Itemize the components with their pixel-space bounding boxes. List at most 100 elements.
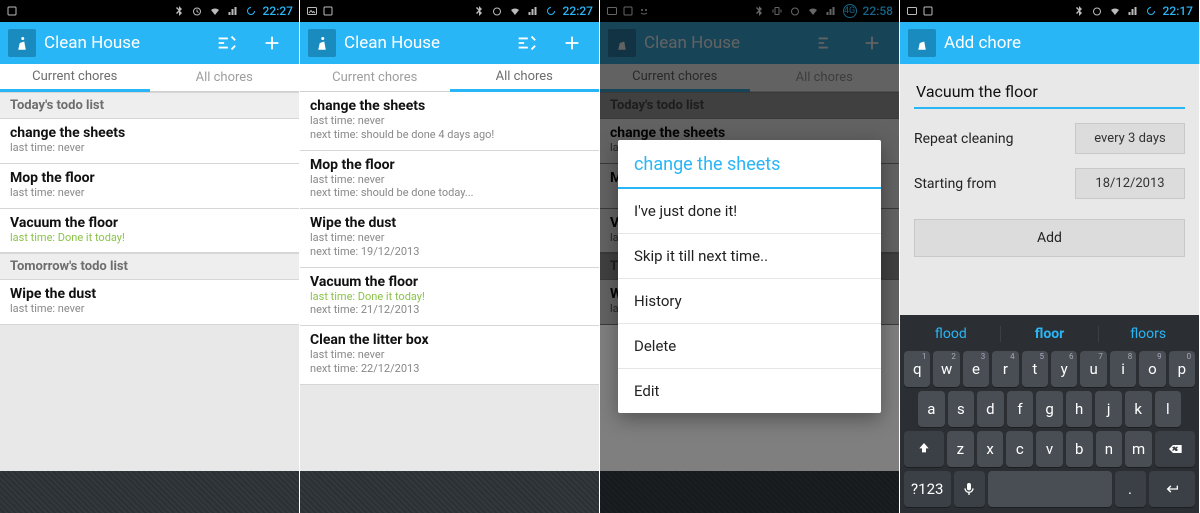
add-button[interactable]	[253, 22, 291, 64]
key-r[interactable]: r4	[992, 351, 1018, 387]
key-s[interactable]: s	[948, 391, 975, 427]
wifi-icon	[509, 5, 521, 17]
dialog-option-delete[interactable]: Delete	[618, 324, 881, 369]
list-item[interactable]: change the sheets last time: never	[0, 119, 299, 164]
repeat-picker[interactable]: every 3 days	[1075, 123, 1185, 154]
suggestion-bar: flood floor floors	[902, 319, 1197, 349]
list-item[interactable]: Mop the floor last time: never	[0, 164, 299, 209]
status-bar: 22:27	[0, 0, 299, 22]
key-p[interactable]: p0	[1169, 351, 1195, 387]
wifi-icon	[1109, 5, 1121, 17]
app-icon	[908, 29, 936, 57]
key-e[interactable]: e3	[963, 351, 989, 387]
screenshot-icon	[322, 5, 334, 17]
key-j[interactable]: j	[1095, 391, 1122, 427]
list-item[interactable]: Wipe the dust last time: never	[0, 280, 299, 325]
section-header: Tomorrow's todo list	[0, 253, 299, 280]
submit-button[interactable]: Add	[914, 219, 1185, 257]
list-item[interactable]: Clean the litter box last time: never ne…	[300, 326, 599, 385]
list-item[interactable]: change the sheets last time: never next …	[300, 92, 599, 151]
sync-icon	[1145, 5, 1157, 17]
key-g[interactable]: g	[1036, 391, 1063, 427]
tab-all[interactable]: All chores	[150, 65, 300, 90]
suggestion[interactable]: floor	[1001, 326, 1100, 342]
alarm-icon	[491, 5, 503, 17]
key-z[interactable]: z	[947, 431, 974, 467]
suggestion[interactable]: flood	[902, 326, 1001, 342]
list-item[interactable]: Vacuum the floor last time: Done it toda…	[300, 268, 599, 327]
dialog-option-done[interactable]: I've just done it!	[618, 189, 881, 234]
key-i[interactable]: i8	[1110, 351, 1136, 387]
suggestion[interactable]: floors	[1099, 326, 1197, 342]
key-symbols[interactable]: ?123	[904, 471, 951, 507]
repeat-label: Repeat cleaning	[914, 131, 1065, 147]
chore-name-input[interactable]	[914, 78, 1185, 109]
key-y[interactable]: y6	[1051, 351, 1077, 387]
key-b[interactable]: b	[1066, 431, 1093, 467]
list-item[interactable]: Vacuum the floor last time: Done it toda…	[0, 209, 299, 254]
dialog-title: change the sheets	[618, 140, 881, 189]
chore-list: change the sheets last time: never next …	[300, 92, 599, 385]
key-t[interactable]: t5	[1022, 351, 1048, 387]
context-dialog: change the sheets I've just done it! Ski…	[618, 140, 881, 413]
screenshot-icon	[6, 5, 18, 17]
page-title: Add chore	[944, 33, 1191, 53]
key-space[interactable]	[988, 471, 1112, 507]
signal-icon	[1127, 5, 1139, 17]
tab-current[interactable]: Current chores	[300, 65, 450, 90]
key-c[interactable]: c	[1006, 431, 1033, 467]
bluetooth-icon	[473, 5, 485, 17]
key-shift[interactable]	[904, 431, 944, 467]
key-f[interactable]: f	[1007, 391, 1034, 427]
alarm-icon	[191, 5, 203, 17]
key-n[interactable]: n	[1096, 431, 1123, 467]
key-backspace[interactable]	[1155, 431, 1195, 467]
key-enter[interactable]	[1149, 471, 1196, 507]
key-h[interactable]: h	[1066, 391, 1093, 427]
tabs: Current chores All chores	[300, 64, 599, 92]
sync-icon	[545, 5, 557, 17]
key-x[interactable]: x	[977, 431, 1004, 467]
nav-bar	[0, 471, 299, 513]
app-icon	[308, 29, 336, 57]
key-m[interactable]: m	[1125, 431, 1152, 467]
screenshot-icon	[922, 5, 934, 17]
key-v[interactable]: v	[1036, 431, 1063, 467]
settings-button[interactable]	[507, 22, 545, 64]
key-u[interactable]: u7	[1080, 351, 1106, 387]
key-o[interactable]: o9	[1139, 351, 1165, 387]
date-picker[interactable]: 18/12/2013	[1075, 168, 1185, 199]
key-k[interactable]: k	[1125, 391, 1152, 427]
dialog-option-history[interactable]: History	[618, 279, 881, 324]
list-item[interactable]: Wipe the dust last time: never next time…	[300, 209, 599, 268]
key-mic[interactable]	[954, 471, 985, 507]
key-a[interactable]: a	[918, 391, 945, 427]
tab-current[interactable]: Current chores	[0, 64, 150, 92]
status-bar: 22:27	[300, 0, 599, 22]
settings-button[interactable]	[207, 22, 245, 64]
screen-add-chore: 22:17 Add chore Repeat cleaning every 3 …	[900, 0, 1200, 513]
sync-icon	[245, 5, 257, 17]
key-q[interactable]: q1	[904, 351, 930, 387]
add-button[interactable]	[553, 22, 591, 64]
dialog-option-skip[interactable]: Skip it till next time..	[618, 234, 881, 279]
action-bar: Clean House	[300, 22, 599, 64]
image-icon	[306, 5, 318, 17]
add-chore-form: Repeat cleaning every 3 days Starting fr…	[900, 64, 1199, 257]
starting-label: Starting from	[914, 176, 1065, 192]
bluetooth-icon	[1073, 5, 1085, 17]
key-period[interactable]: .	[1115, 471, 1146, 507]
chore-list: Today's todo list change the sheets last…	[0, 92, 299, 325]
tab-all[interactable]: All chores	[450, 64, 600, 92]
image-icon	[906, 5, 918, 17]
key-d[interactable]: d	[977, 391, 1004, 427]
status-clock: 22:27	[563, 4, 593, 18]
key-l[interactable]: l	[1155, 391, 1182, 427]
nav-bar	[300, 471, 599, 513]
status-clock: 22:17	[1163, 4, 1193, 18]
key-w[interactable]: w2	[933, 351, 959, 387]
list-item[interactable]: Mop the floor last time: never next time…	[300, 151, 599, 210]
dialog-option-edit[interactable]: Edit	[618, 369, 881, 413]
screen-current-chores: 22:27 Clean House Current chores All cho…	[0, 0, 300, 513]
action-bar: Clean House	[0, 22, 299, 64]
